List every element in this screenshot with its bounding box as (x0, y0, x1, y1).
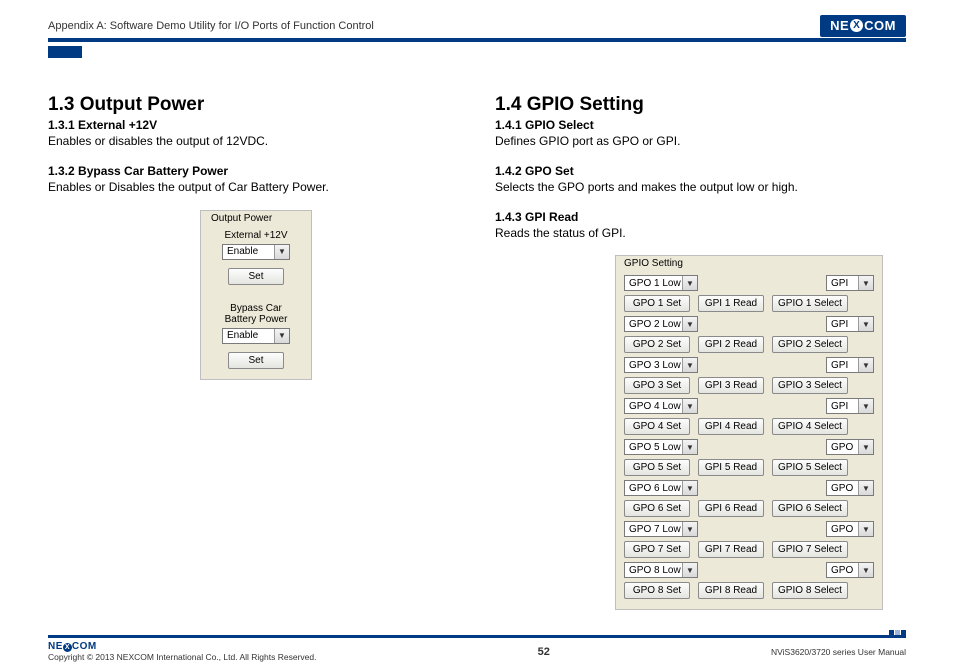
btn-set-bypass[interactable]: Set (228, 352, 284, 369)
desc-bypass: Enables or Disables the output of Car Ba… (48, 179, 459, 196)
btn-gpio-select-7[interactable]: GPIO 7 Select (772, 541, 848, 558)
select-gpio-mode-8[interactable]: GPO▼ (826, 562, 874, 578)
select-bypass-value: Enable (227, 330, 258, 341)
panel-output-power: Output Power External +12V Enable ▼ Set … (200, 210, 312, 380)
page-number: 52 (538, 646, 550, 658)
chevron-down-icon: ▼ (682, 358, 697, 372)
btn-gpi-read-2[interactable]: GPI 2 Read (698, 336, 764, 353)
btn-gpi-read-6[interactable]: GPI 6 Read (698, 500, 764, 517)
select-gpo-3[interactable]: GPO 3 Low▼ (624, 357, 698, 373)
desc-external-12v: Enables or disables the output of 12VDC. (48, 133, 459, 150)
select-external-12v[interactable]: Enable ▼ (222, 244, 290, 260)
chevron-down-icon: ▼ (858, 481, 873, 495)
btn-gpio-select-3[interactable]: GPIO 3 Select (772, 377, 848, 394)
chevron-down-icon: ▼ (858, 522, 873, 536)
btn-gpo-set-5[interactable]: GPO 5 Set (624, 459, 690, 476)
select-gpo-8[interactable]: GPO 8 Low▼ (624, 562, 698, 578)
footer-rule (48, 635, 906, 638)
panel-output-title: Output Power (211, 213, 301, 224)
chevron-down-icon: ▼ (274, 245, 289, 259)
heading-gpo-set: 1.4.2 GPO Set (495, 164, 906, 178)
select-gpio-mode-4[interactable]: GPI▼ (826, 398, 874, 414)
footer-copyright: Copyright © 2013 NEXCOM International Co… (48, 652, 316, 662)
btn-gpi-read-8[interactable]: GPI 8 Read (698, 582, 764, 599)
btn-gpio-select-4[interactable]: GPIO 4 Select (772, 418, 848, 435)
label-bypass-1: Bypass Car (211, 303, 301, 314)
heading-gpio-select: 1.4.1 GPIO Select (495, 118, 906, 132)
select-bypass[interactable]: Enable ▼ (222, 328, 290, 344)
select-gpo-5[interactable]: GPO 5 Low▼ (624, 439, 698, 455)
heading-bypass: 1.3.2 Bypass Car Battery Power (48, 164, 459, 178)
col-output-power: 1.3 Output Power 1.3.1 External +12V Ena… (48, 94, 459, 610)
btn-gpo-set-3[interactable]: GPO 3 Set (624, 377, 690, 394)
btn-gpo-set-1[interactable]: GPO 1 Set (624, 295, 690, 312)
chevron-down-icon: ▼ (682, 440, 697, 454)
chevron-down-icon: ▼ (858, 358, 873, 372)
desc-gpio-select: Defines GPIO port as GPO or GPI. (495, 133, 906, 150)
header-rule (48, 38, 906, 42)
nexcom-logo: NE X COM (820, 15, 906, 37)
footer-manual: NViS3620/3720 series User Manual (771, 647, 906, 657)
btn-gpi-read-3[interactable]: GPI 3 Read (698, 377, 764, 394)
select-gpio-mode-6[interactable]: GPO▼ (826, 480, 874, 496)
select-gpo-1[interactable]: GPO 1 Low▼ (624, 275, 698, 291)
col-gpio: 1.4 GPIO Setting 1.4.1 GPIO Select Defin… (495, 94, 906, 610)
btn-gpi-read-1[interactable]: GPI 1 Read (698, 295, 764, 312)
heading-output-power: 1.3 Output Power (48, 94, 459, 116)
btn-gpo-set-6[interactable]: GPO 6 Set (624, 500, 690, 517)
btn-gpi-read-7[interactable]: GPI 7 Read (698, 541, 764, 558)
chevron-down-icon: ▼ (682, 317, 697, 331)
select-gpio-mode-7[interactable]: GPO▼ (826, 521, 874, 537)
desc-gpi-read: Reads the status of GPI. (495, 225, 906, 242)
select-gpio-mode-1[interactable]: GPI▼ (826, 275, 874, 291)
btn-gpio-select-5[interactable]: GPIO 5 Select (772, 459, 848, 476)
chevron-down-icon: ▼ (682, 481, 697, 495)
btn-gpio-select-6[interactable]: GPIO 6 Select (772, 500, 848, 517)
heading-gpio: 1.4 GPIO Setting (495, 94, 906, 116)
btn-gpio-select-8[interactable]: GPIO 8 Select (772, 582, 848, 599)
chevron-down-icon: ▼ (682, 399, 697, 413)
heading-external-12v: 1.3.1 External +12V (48, 118, 459, 132)
chevron-down-icon: ▼ (682, 276, 697, 290)
logo-x-icon: X (850, 19, 863, 32)
chevron-down-icon: ▼ (858, 276, 873, 290)
select-gpo-7[interactable]: GPO 7 Low▼ (624, 521, 698, 537)
btn-set-external[interactable]: Set (228, 268, 284, 285)
panel-gpio: GPIO Setting GPO 1 Low▼ GPI▼ GPO 1 Set GPI … (615, 255, 883, 610)
footer-squares-icon (889, 630, 906, 635)
select-gpio-mode-2[interactable]: GPI▼ (826, 316, 874, 332)
btn-gpio-select-2[interactable]: GPIO 2 Select (772, 336, 848, 353)
select-gpo-2[interactable]: GPO 2 Low▼ (624, 316, 698, 332)
chevron-down-icon: ▼ (274, 329, 289, 343)
label-bypass-2: Battery Power (211, 314, 301, 325)
select-gpio-mode-5[interactable]: GPO▼ (826, 439, 874, 455)
select-gpio-mode-3[interactable]: GPI▼ (826, 357, 874, 373)
btn-gpi-read-4[interactable]: GPI 4 Read (698, 418, 764, 435)
btn-gpo-set-8[interactable]: GPO 8 Set (624, 582, 690, 599)
chevron-down-icon: ▼ (858, 317, 873, 331)
chevron-down-icon: ▼ (858, 399, 873, 413)
footer-logo: NEXCOM (48, 641, 97, 652)
chevron-down-icon: ▼ (682, 522, 697, 536)
select-external-value: Enable (227, 246, 258, 257)
header-appendix: Appendix A: Software Demo Utility for I/… (48, 20, 374, 32)
heading-gpi-read: 1.4.3 GPI Read (495, 210, 906, 224)
btn-gpo-set-4[interactable]: GPO 4 Set (624, 418, 690, 435)
label-external-12v: External +12V (211, 230, 301, 241)
chevron-down-icon: ▼ (682, 563, 697, 577)
select-gpo-4[interactable]: GPO 4 Low▼ (624, 398, 698, 414)
logo-post: COM (864, 18, 896, 33)
chevron-down-icon: ▼ (858, 563, 873, 577)
btn-gpo-set-7[interactable]: GPO 7 Set (624, 541, 690, 558)
btn-gpi-read-5[interactable]: GPI 5 Read (698, 459, 764, 476)
logo-pre: NE (830, 18, 849, 33)
chevron-down-icon: ▼ (858, 440, 873, 454)
desc-gpo-set: Selects the GPO ports and makes the outp… (495, 179, 906, 196)
select-gpo-6[interactable]: GPO 6 Low▼ (624, 480, 698, 496)
panel-gpio-title: GPIO Setting (624, 258, 874, 269)
btn-gpio-select-1[interactable]: GPIO 1 Select (772, 295, 848, 312)
btn-gpo-set-2[interactable]: GPO 2 Set (624, 336, 690, 353)
